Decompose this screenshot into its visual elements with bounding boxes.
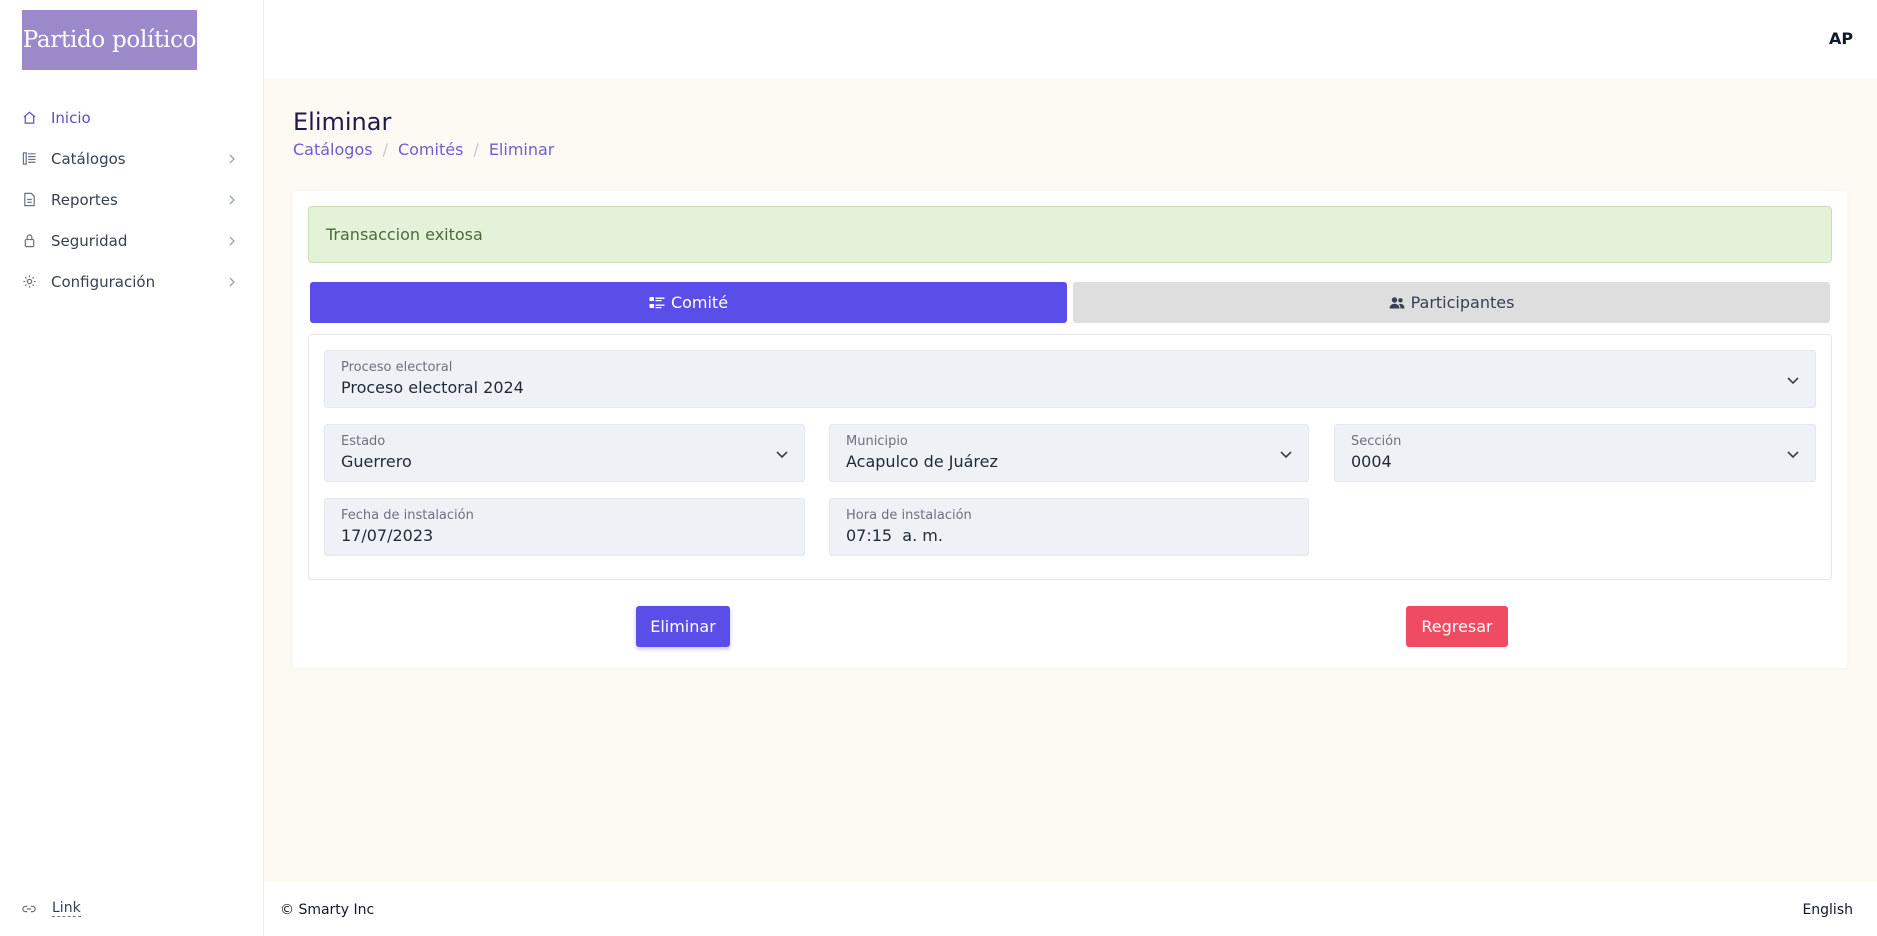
gear-icon <box>21 274 37 290</box>
chevron-right-icon <box>226 194 238 206</box>
comite-form: Proceso electoral Proceso electoral 2024… <box>308 334 1832 580</box>
chevron-down-icon <box>774 446 790 462</box>
breadcrumb-separator: / <box>473 140 479 159</box>
tabs: Comité Participantes <box>310 282 1830 323</box>
sidebar-nav: Inicio Catálogos Reportes Seguridad Conf… <box>0 97 264 302</box>
field-value: Acapulco de Juárez <box>846 452 998 471</box>
sidebar-item-label: Inicio <box>51 108 91 127</box>
footer: © Smarty Inc English <box>264 882 1877 936</box>
chevron-right-icon <box>226 235 238 247</box>
municipio-select[interactable]: Municipio Acapulco de Juárez <box>829 424 1309 482</box>
sidebar-item-label: Seguridad <box>51 231 128 250</box>
sidebar-item-reportes[interactable]: Reportes <box>0 179 264 220</box>
sidebar-item-label: Reportes <box>51 190 118 209</box>
list-icon <box>649 296 665 310</box>
link-icon <box>22 902 36 916</box>
hora-instalacion-input[interactable]: Hora de instalación 07:15 a. m. <box>829 498 1309 556</box>
sidebar-item-label: Catálogos <box>51 149 126 168</box>
chevron-right-icon <box>226 276 238 288</box>
report-icon <box>21 192 37 208</box>
field-value: 17/07/2023 <box>341 526 434 545</box>
field-label: Hora de instalación <box>846 508 972 523</box>
copyright: © Smarty Inc <box>280 902 375 918</box>
home-icon <box>21 110 37 126</box>
sidebar: Partido político Inicio Catálogos Report… <box>0 0 264 936</box>
eliminar-button[interactable]: Eliminar <box>636 606 730 647</box>
field-label: Estado <box>341 434 386 449</box>
sidebar-item-catalogos[interactable]: Catálogos <box>0 138 264 179</box>
sidebar-footer-link[interactable]: Link <box>22 900 81 917</box>
field-value: 0004 <box>1351 452 1392 471</box>
breadcrumb-separator: / <box>382 140 388 159</box>
page-title: Eliminar <box>293 108 392 136</box>
sidebar-item-inicio[interactable]: Inicio <box>0 97 264 138</box>
breadcrumb: Catálogos / Comités / Eliminar <box>293 140 554 159</box>
logo[interactable]: Partido político <box>22 10 197 70</box>
proceso-electoral-select[interactable]: Proceso electoral Proceso electoral 2024 <box>324 350 1816 408</box>
success-alert: Transaccion exitosa <box>308 206 1832 263</box>
fecha-instalacion-input[interactable]: Fecha de instalación 17/07/2023 <box>324 498 805 556</box>
regresar-button[interactable]: Regresar <box>1406 606 1508 647</box>
chevron-down-icon <box>1785 372 1801 388</box>
topbar: AP <box>264 0 1877 78</box>
tab-label: Participantes <box>1410 293 1515 312</box>
field-value: Proceso electoral 2024 <box>341 378 524 397</box>
field-value: 07:15 a. m. <box>846 526 943 545</box>
avatar[interactable]: AP <box>1821 20 1861 56</box>
tab-label: Comité <box>670 293 729 312</box>
sidebar-item-configuracion[interactable]: Configuración <box>0 261 264 302</box>
sidebar-item-seguridad[interactable]: Seguridad <box>0 220 264 261</box>
language-selector[interactable]: English <box>1802 902 1853 918</box>
field-label: Fecha de instalación <box>341 508 474 523</box>
catalog-icon <box>21 151 37 167</box>
breadcrumb-item-comites[interactable]: Comités <box>398 140 463 159</box>
field-label: Municipio <box>846 434 908 449</box>
users-icon <box>1389 296 1405 310</box>
field-label: Sección <box>1351 434 1402 449</box>
estado-select[interactable]: Estado Guerrero <box>324 424 805 482</box>
breadcrumb-item-catalogos[interactable]: Catálogos <box>293 140 373 159</box>
chevron-right-icon <box>226 153 238 165</box>
seccion-select[interactable]: Sección 0004 <box>1334 424 1816 482</box>
tab-participantes[interactable]: Participantes <box>1073 282 1830 323</box>
chevron-down-icon <box>1278 446 1294 462</box>
field-label: Proceso electoral <box>341 360 453 375</box>
main-card: Transaccion exitosa Comité Participantes… <box>293 191 1847 668</box>
field-value: Guerrero <box>341 452 412 471</box>
sidebar-item-label: Configuración <box>51 272 156 291</box>
link-label[interactable]: Link <box>52 900 81 917</box>
lock-icon <box>21 233 37 249</box>
chevron-down-icon <box>1785 446 1801 462</box>
tab-comite[interactable]: Comité <box>310 282 1067 323</box>
breadcrumb-item-eliminar: Eliminar <box>488 140 555 159</box>
